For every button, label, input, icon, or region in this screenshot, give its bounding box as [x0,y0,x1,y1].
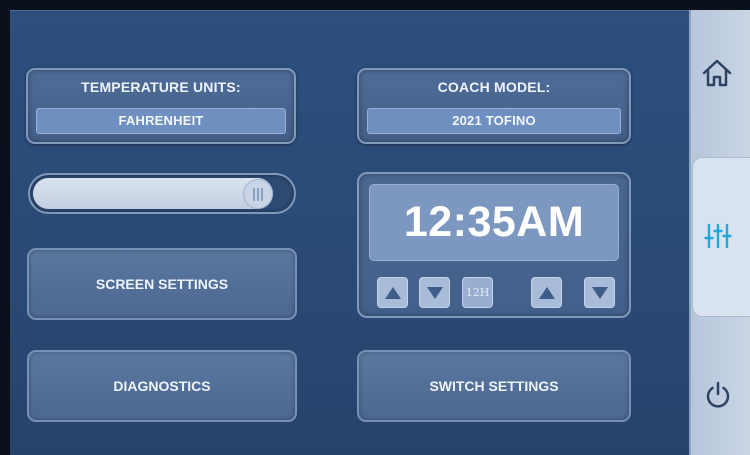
minute-down-button[interactable] [584,277,615,308]
brightness-slider[interactable] [28,173,296,214]
sliders-icon[interactable] [704,222,732,255]
brightness-slider-fill [33,178,273,209]
temperature-units-panel[interactable]: TEMPERATURE UNITS: FAHRENHEIT [26,68,296,144]
bezel-left [0,0,10,455]
coach-model-value[interactable]: 2021 TOFINO [367,108,621,134]
temperature-units-title: TEMPERATURE UNITS: [81,79,241,95]
arrow-down-icon [426,286,443,299]
clock-mode-toggle[interactable]: 12H [462,277,493,308]
switch-settings-label: SWITCH SETTINGS [429,378,559,394]
hour-up-button[interactable] [377,277,408,308]
brightness-slider-thumb[interactable] [242,179,273,209]
temperature-units-value[interactable]: FAHRENHEIT [36,108,286,134]
power-icon[interactable] [704,380,732,415]
screen-settings-label: SCREEN SETTINGS [95,276,229,292]
home-icon[interactable] [701,58,733,93]
diagnostics-label: DIAGNOSTICS [113,378,211,394]
hour-down-button[interactable] [419,277,450,308]
arrow-up-icon [384,286,401,299]
clock-panel: 12:35AM 12H [357,172,631,318]
arrow-up-icon [538,286,555,299]
screen-settings-button[interactable]: SCREEN SETTINGS [27,248,297,320]
clock-time-display: 12:35AM [369,184,619,261]
coach-model-title: COACH MODEL: [437,79,551,95]
minute-up-button[interactable] [531,277,562,308]
diagnostics-button[interactable]: DIAGNOSTICS [27,350,297,422]
switch-settings-button[interactable]: SWITCH SETTINGS [357,350,631,422]
bezel-top [0,0,750,10]
coach-model-panel[interactable]: COACH MODEL: 2021 TOFINO [357,68,631,144]
arrow-down-icon [591,286,608,299]
